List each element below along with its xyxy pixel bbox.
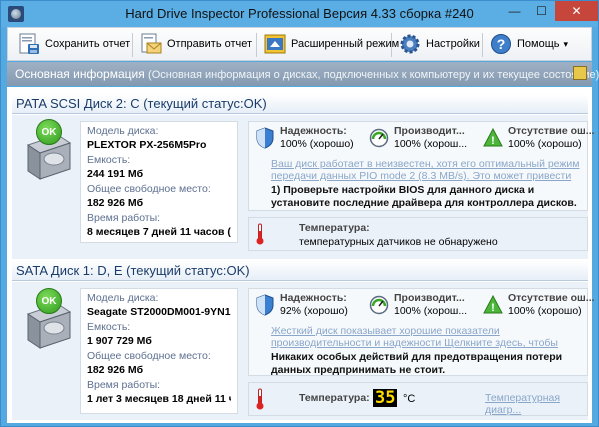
warning-triangle-icon: ! (483, 294, 503, 316)
errors-value: 100% (хорошо) (508, 305, 582, 317)
uptime-label: Время работы: (87, 212, 161, 224)
content-area: PATA SCSI Диск 2: C (текущий статус:OK) … (7, 87, 595, 423)
toolbar-separator (132, 33, 133, 57)
disk-panel: OK Модель диска: PLEXTOR PX-256M5Pro Емк… (12, 115, 595, 259)
maximize-button[interactable]: ☐ (528, 1, 555, 21)
thermometer-icon (256, 388, 264, 410)
toolbar-separator (391, 33, 392, 57)
settings-icon (399, 33, 421, 55)
settings-label: Настройки (426, 38, 480, 50)
performance-metric: Производит... 100% (хорош... (367, 125, 477, 153)
temperature-unit: °C (403, 393, 416, 405)
capacity-label: Емкость: (87, 154, 131, 166)
reliability-metric: Надежность: 100% (хорошо) (253, 125, 363, 153)
performance-value: 100% (хорош... (394, 305, 468, 317)
svg-text:!: ! (491, 302, 495, 314)
temperature-row: Температура: температурных датчиков не о… (248, 217, 588, 251)
help-label: Помощь (517, 38, 560, 50)
free-space-value: 182 926 Мб (87, 197, 144, 209)
details-link[interactable]: Ваш диск работает в неизвестен, хотя его… (271, 158, 585, 182)
capacity-label: Емкость: (87, 321, 131, 333)
performance-label: Производит... (394, 292, 465, 304)
capacity-value: 244 191 Мб (87, 168, 144, 180)
temperature-row: Температура: 35 °C Температурная диагр..… (248, 382, 588, 416)
gauge-icon (369, 127, 389, 149)
svg-text:?: ? (497, 36, 506, 52)
free-space-label: Общее свободное место: (87, 183, 211, 195)
reliability-value: 100% (хорошо) (280, 138, 354, 150)
settings-button[interactable]: Настройки (395, 30, 484, 58)
disk-panel: OK Модель диска: Seagate ST2000DM001-9YN… (12, 282, 595, 420)
capacity-value: 1 907 729 Мб (87, 335, 152, 347)
errors-value: 100% (хорошо) (508, 138, 582, 150)
free-space-value: 182 926 Мб (87, 364, 144, 376)
details-link[interactable]: Жесткий диск показывает хорошие показате… (271, 325, 585, 349)
reliability-value: 92% (хорошо) (280, 305, 348, 317)
advanced-mode-button[interactable]: Расширенный режим (260, 30, 403, 58)
errors-label: Отсутствие ош... (508, 292, 595, 304)
save-report-label: Сохранить отчет (45, 38, 131, 50)
uptime-value: 1 лет 3 месяцев 18 дней 11 ча... (87, 393, 231, 405)
advice-text: Никаких особых действий для предотвращен… (271, 351, 563, 376)
advanced-mode-label: Расширенный режим (291, 38, 400, 50)
advice-text: 1) Проверьте настройки BIOS для данного … (271, 184, 577, 209)
toolbar: Сохранить отчет Отправить отчет Расширен… (7, 27, 592, 61)
errors-label: Отсутствие ош... (508, 125, 595, 137)
model-value: PLEXTOR PX-256M5Pro (87, 139, 207, 151)
uptime-label: Время работы: (87, 379, 161, 391)
send-report-icon (140, 33, 162, 55)
uptime-value: 8 месяцев 7 дней 11 часов (5 ... (87, 226, 231, 238)
title-bar[interactable]: Hard Drive Inspector Professional Версия… (1, 1, 598, 27)
toolbar-separator (256, 33, 257, 57)
send-report-label: Отправить отчет (167, 38, 253, 50)
errors-metric: ! Отсутствие ош... 100% (хорошо) (481, 292, 595, 320)
advanced-mode-icon (264, 33, 286, 55)
temperature-value: температурных датчиков не обнаружено (299, 236, 498, 248)
toolbar-separator (482, 33, 483, 57)
performance-value: 100% (хорош... (394, 138, 468, 150)
disk-header[interactable]: SATA Диск 1: D, E (текущий статус:OK) (12, 261, 588, 281)
health-status-box: Надежность: 100% (хорошо) Производит... … (248, 121, 595, 211)
temperature-label: Температура: (299, 392, 370, 404)
thermometer-icon (256, 223, 264, 245)
warning-triangle-icon: ! (483, 127, 503, 149)
save-report-button[interactable]: Сохранить отчет (14, 30, 134, 58)
free-space-label: Общее свободное место: (87, 350, 211, 362)
close-button[interactable]: ✕ (555, 1, 598, 21)
send-report-button[interactable]: Отправить отчет (136, 30, 256, 58)
info-bar: Основная информация (Основная информация… (7, 62, 599, 86)
temperature-chart-link[interactable]: Температурная диагр... (485, 392, 587, 416)
disk-header[interactable]: PATA SCSI Диск 2: C (текущий статус:OK) (12, 94, 588, 114)
pin-icon[interactable] (573, 66, 587, 80)
disk-info-box: Модель диска: PLEXTOR PX-256M5Pro Емкост… (80, 121, 238, 243)
health-status-box: Надежность: 92% (хорошо) Производит... 1… (248, 288, 595, 376)
shield-icon (255, 127, 275, 149)
reliability-metric: Надежность: 92% (хорошо) (253, 292, 363, 320)
temperature-label: Температура: (299, 222, 370, 234)
reliability-label: Надежность: (280, 292, 347, 304)
help-icon: ? (490, 33, 512, 55)
performance-label: Производит... (394, 125, 465, 137)
info-bar-title: Основная информация (15, 67, 145, 81)
disk-info-box: Модель диска: Seagate ST2000DM001-9YN164… (80, 288, 238, 414)
info-bar-subtitle: (Основная информация о дисках, подключен… (148, 69, 599, 81)
svg-text:!: ! (491, 135, 495, 147)
status-ok-badge: OK (36, 119, 62, 145)
model-label: Модель диска: (87, 292, 159, 304)
gauge-icon (369, 294, 389, 316)
model-value: Seagate ST2000DM001-9YN164 (87, 306, 231, 318)
shield-icon (255, 294, 275, 316)
chevron-down-icon: ▾ (563, 38, 569, 49)
errors-metric: ! Отсутствие ош... 100% (хорошо) (481, 125, 595, 153)
app-window: Hard Drive Inspector Professional Версия… (0, 0, 599, 427)
minimize-button[interactable]: — (501, 1, 528, 21)
save-report-icon (18, 33, 40, 55)
reliability-label: Надежность: (280, 125, 347, 137)
help-button[interactable]: ? Помощь ▾ (486, 30, 572, 58)
temperature-display: 35 (373, 388, 398, 408)
status-ok-badge: OK (36, 288, 62, 314)
performance-metric: Производит... 100% (хорош... (367, 292, 477, 320)
model-label: Модель диска: (87, 125, 159, 137)
